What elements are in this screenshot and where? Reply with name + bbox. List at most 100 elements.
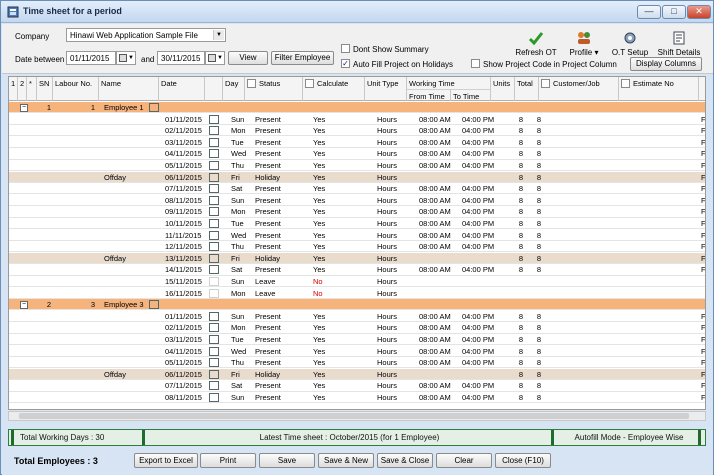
date-cell[interactable]: 01/11/2015 [163, 114, 207, 125]
close-f10-button[interactable]: Close (F10) [495, 453, 551, 468]
calendar-icon[interactable] [209, 114, 219, 124]
col-1-header[interactable]: 1 [9, 77, 18, 101]
col-customer-header[interactable]: Customer/Job [539, 77, 619, 101]
total-cell[interactable]: 8 [533, 137, 543, 148]
day-cell[interactable]: Fri [229, 172, 251, 183]
total-cell[interactable]: 8 [533, 322, 543, 333]
units-cell[interactable]: 8 [513, 346, 525, 357]
to-time-cell[interactable]: 04:00 PM [460, 183, 494, 194]
date-cell[interactable]: 05/11/2015 [163, 357, 207, 368]
unit-type-cell[interactable]: Hours [375, 253, 405, 264]
day-cell[interactable]: Sat [229, 183, 251, 194]
estimate-cell[interactable]: F [699, 125, 705, 136]
table-row[interactable]: 10/11/2015 Tue Present Yes Hours 08:00 AM 04:0… [9, 218, 705, 230]
calculate-cell[interactable]: Yes [311, 114, 351, 125]
calculate-cell[interactable]: Yes [311, 160, 351, 171]
units-cell[interactable]: 8 [513, 253, 525, 264]
employee-group-row[interactable]: − 1 1 Employee 1 [9, 102, 705, 114]
unit-type-cell[interactable]: Hours [375, 346, 405, 357]
units-cell[interactable]: 8 [513, 160, 525, 171]
units-cell[interactable]: 8 [513, 183, 525, 194]
day-cell[interactable]: Fri [229, 369, 251, 380]
close-window-button[interactable]: ✕ [687, 5, 711, 19]
calculate-cell[interactable]: Yes [311, 334, 351, 345]
day-cell[interactable]: Mon [229, 206, 251, 217]
table-row[interactable]: 02/11/2015 Mon Present Yes Hours 08:00 AM 04:0… [9, 322, 705, 334]
to-time-cell[interactable]: 04:00 PM [460, 241, 494, 252]
units-cell[interactable]: 8 [513, 206, 525, 217]
units-cell[interactable]: 8 [513, 148, 525, 159]
calculate-cell[interactable]: Yes [311, 148, 351, 159]
to-time-cell[interactable]: 04:00 PM [460, 322, 494, 333]
total-cell[interactable]: 8 [533, 125, 543, 136]
total-cell[interactable]: 8 [533, 195, 543, 206]
calendar-icon[interactable] [209, 219, 219, 228]
status-cell[interactable]: Present [253, 125, 301, 136]
col-2-header[interactable]: 2 [18, 77, 27, 101]
offday-label[interactable]: Offday [102, 369, 160, 380]
col-total-header[interactable]: Total [515, 77, 539, 101]
table-row[interactable]: 15/11/2015 Sun Leave No Hours [9, 276, 705, 288]
to-time-cell[interactable]: 04:00 PM [460, 148, 494, 159]
estimate-cell[interactable]: F [699, 380, 705, 391]
units-cell[interactable]: 8 [513, 357, 525, 368]
status-cell[interactable]: Present [253, 230, 301, 241]
to-time-cell[interactable]: 04:00 PM [460, 125, 494, 136]
calendar-icon[interactable] [209, 195, 219, 205]
to-time-cell[interactable]: 04:00 PM [460, 392, 494, 403]
units-cell[interactable]: 8 [513, 195, 525, 206]
from-time-cell[interactable]: 08:00 AM [417, 380, 453, 391]
unit-type-cell[interactable]: Hours [375, 369, 405, 380]
status-cell[interactable]: Present [253, 322, 301, 333]
maximize-button[interactable]: □ [662, 5, 686, 19]
date-cell[interactable]: 07/11/2015 [163, 183, 207, 194]
day-cell[interactable]: Sat [229, 380, 251, 391]
date-cell[interactable]: 14/11/2015 [163, 264, 207, 275]
calculate-cell[interactable]: Yes [311, 137, 351, 148]
units-cell[interactable]: 8 [513, 114, 525, 125]
from-time-cell[interactable]: 08:00 AM [417, 125, 453, 136]
col-day-header[interactable]: Day [223, 77, 245, 101]
to-time-cell[interactable] [460, 172, 494, 183]
date-cell[interactable]: 12/11/2015 [163, 241, 207, 252]
unit-type-cell[interactable]: Hours [375, 276, 405, 287]
unit-type-cell[interactable]: Hours [375, 392, 405, 403]
col-calculate-header[interactable]: Calculate [303, 77, 365, 101]
day-cell[interactable]: Sun [229, 311, 251, 322]
show-project-code-checkbox[interactable] [471, 59, 480, 68]
calendar-icon[interactable] [209, 172, 219, 182]
calculate-cell[interactable]: Yes [311, 322, 351, 333]
date-cell[interactable]: 04/11/2015 [163, 346, 207, 357]
from-time-cell[interactable]: 08:00 AM [417, 148, 453, 159]
col-sn-header[interactable]: SN [37, 77, 53, 101]
date-cell[interactable]: 02/11/2015 [163, 125, 207, 136]
col-name-header[interactable]: Name [99, 77, 159, 101]
save-button[interactable]: Save [259, 453, 315, 468]
to-time-cell[interactable]: 04:00 PM [460, 311, 494, 322]
unit-type-cell[interactable]: Hours [375, 241, 405, 252]
status-cell[interactable]: Present [253, 148, 301, 159]
date-cell[interactable]: 06/11/2015 [163, 172, 207, 183]
date-cell[interactable]: 11/11/2015 [163, 230, 207, 241]
calendar-icon[interactable] [209, 265, 219, 275]
from-time-cell[interactable] [417, 288, 453, 299]
calculate-cell[interactable]: Yes [311, 264, 351, 275]
save-new-button[interactable]: Save & New [318, 453, 374, 468]
estimate-cell[interactable]: F [699, 114, 705, 125]
units-cell[interactable]: 8 [513, 322, 525, 333]
from-time-cell[interactable]: 08:00 AM [417, 392, 453, 403]
calculate-cell[interactable]: No [311, 288, 351, 299]
from-time-cell[interactable]: 08:00 AM [417, 206, 453, 217]
company-select[interactable]: Hinawi Web Application Sample File ▼ [66, 28, 226, 42]
day-cell[interactable]: Thu [229, 241, 251, 252]
unit-type-cell[interactable]: Hours [375, 183, 405, 194]
calendar-icon[interactable] [209, 137, 219, 147]
scrollbar-thumb[interactable] [19, 413, 689, 419]
total-cell[interactable]: 8 [533, 311, 543, 322]
total-cell[interactable]: 8 [533, 253, 543, 264]
date-cell[interactable]: 08/11/2015 [163, 392, 207, 403]
status-cell[interactable]: Leave [253, 288, 301, 299]
estimate-cell[interactable]: F [699, 311, 705, 322]
calculate-cell[interactable]: Yes [311, 311, 351, 322]
calculate-column-checkbox[interactable] [305, 79, 314, 88]
